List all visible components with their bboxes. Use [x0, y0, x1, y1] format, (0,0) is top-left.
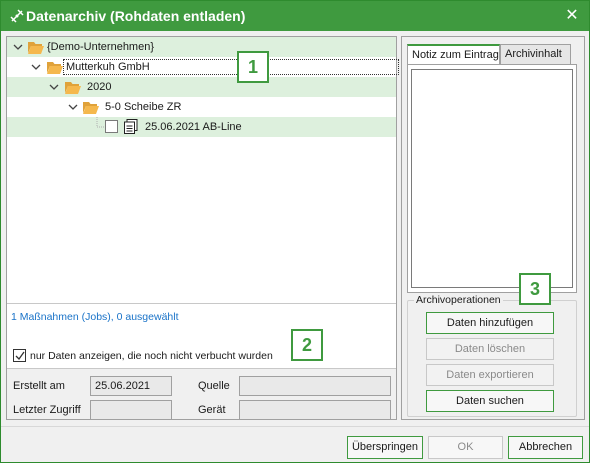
- chevron-down-icon[interactable]: [49, 82, 59, 92]
- chevron-down-icon[interactable]: [13, 42, 23, 52]
- device-field: [239, 400, 391, 420]
- tree-node-year[interactable]: 2020: [7, 77, 396, 97]
- export-data-button[interactable]: Daten exportieren: [426, 364, 554, 386]
- tree-node-field[interactable]: 5-0 Scheibe ZR: [7, 97, 396, 117]
- tab-note[interactable]: Notiz zum Eintrag: [407, 44, 500, 66]
- callout-badge-1: 1: [237, 51, 269, 83]
- group-title: Archivoperationen: [414, 294, 503, 306]
- tree-node-job[interactable]: 25.06.2021 AB-Line: [7, 117, 396, 137]
- delete-data-button[interactable]: Daten löschen: [426, 338, 554, 360]
- metadata-panel: Erstellt am 25.06.2021 Quelle Letzter Zu…: [7, 368, 396, 420]
- source-label: Quelle: [198, 380, 230, 392]
- created-label: Erstellt am: [13, 380, 65, 392]
- folder-open-icon: [83, 102, 99, 114]
- note-textarea[interactable]: [411, 69, 573, 288]
- last-access-field: [90, 400, 172, 420]
- archive-operations-group: Archivoperationen Daten hinzufügen Daten…: [407, 294, 577, 417]
- archive-tree-panel: {Demo-Unternehmen} Mutterkuh GmbH 2020 5…: [6, 36, 399, 420]
- folder-open-icon: [47, 62, 63, 74]
- archive-tree[interactable]: {Demo-Unternehmen} Mutterkuh GmbH 2020 5…: [7, 37, 399, 303]
- callout-badge-2: 2: [291, 329, 323, 361]
- checkmark-icon: [15, 351, 25, 360]
- document-stack-icon: [124, 119, 138, 134]
- tab-archive-content[interactable]: Archivinhalt: [500, 44, 571, 65]
- note-panel: [407, 64, 577, 293]
- title-bar: Datenarchiv (Rohdaten entladen) ✕: [1, 1, 589, 31]
- tree-node-label: 2020: [87, 81, 112, 93]
- chevron-down-icon[interactable]: [68, 102, 78, 112]
- chevron-down-icon[interactable]: [31, 62, 41, 72]
- status-area: 1 Maßnahmen (Jobs), 0 ausgewählt nur Dat…: [7, 304, 396, 367]
- filter-unbooked[interactable]: nur Daten anzeigen, die noch nicht verbu…: [13, 349, 273, 362]
- source-field: [239, 376, 391, 396]
- folder-open-icon: [28, 42, 44, 54]
- add-data-button[interactable]: Daten hinzufügen: [426, 312, 554, 334]
- job-checkbox[interactable]: [105, 120, 118, 133]
- tree-node-farm[interactable]: Mutterkuh GmbH: [7, 57, 399, 77]
- close-icon: ✕: [565, 7, 579, 24]
- skip-button[interactable]: Überspringen: [347, 436, 423, 459]
- window-title: Datenarchiv (Rohdaten entladen): [26, 8, 246, 24]
- filter-label: nur Daten anzeigen, die noch nicht verbu…: [30, 349, 273, 362]
- satellite-icon: [10, 9, 24, 23]
- cancel-button[interactable]: Abbrechen: [508, 436, 583, 459]
- divider: [1, 426, 589, 427]
- device-label: Gerät: [198, 404, 226, 416]
- tree-node-label: 5-0 Scheibe ZR: [105, 101, 182, 113]
- folder-open-icon: [65, 82, 81, 94]
- created-field: 25.06.2021: [90, 376, 172, 396]
- dialog-window: Datenarchiv (Rohdaten entladen) ✕ {Demo-…: [0, 0, 590, 463]
- search-data-button[interactable]: Daten suchen: [426, 390, 554, 412]
- tree-node-label: Mutterkuh GmbH: [63, 59, 399, 75]
- ok-button[interactable]: OK: [428, 436, 503, 459]
- last-access-label: Letzter Zugriff: [13, 404, 81, 416]
- selection-status: 1 Maßnahmen (Jobs), 0 ausgewählt: [11, 311, 179, 323]
- details-panel: Notiz zum Eintrag Archivinhalt Archivope…: [401, 36, 585, 420]
- callout-badge-3: 3: [519, 273, 551, 305]
- close-button[interactable]: ✕: [563, 7, 581, 25]
- tree-connector: [96, 117, 105, 128]
- tree-node-label: {Demo-Unternehmen}: [47, 41, 155, 53]
- tree-node-company[interactable]: {Demo-Unternehmen}: [7, 37, 396, 57]
- filter-checkbox[interactable]: [13, 349, 26, 362]
- tree-node-label: 25.06.2021 AB-Line: [145, 121, 242, 133]
